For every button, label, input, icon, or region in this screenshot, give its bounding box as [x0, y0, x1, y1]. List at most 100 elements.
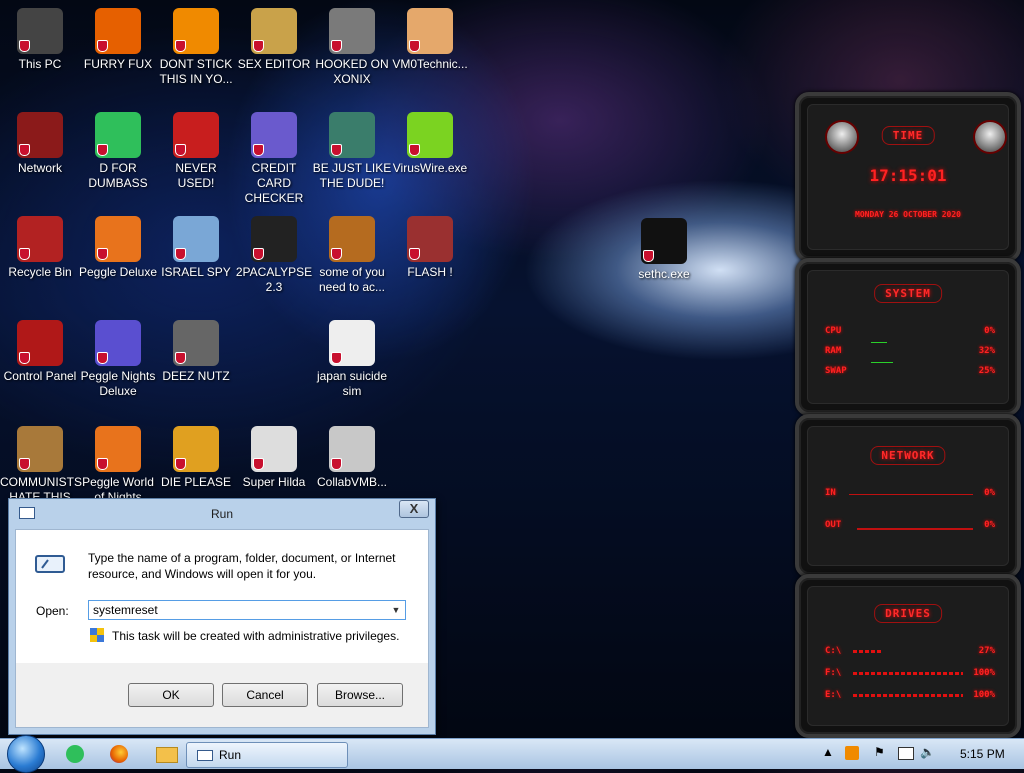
- desktop-icon[interactable]: FURRY FUX: [78, 8, 158, 72]
- admin-shield-badge-icon: [331, 144, 342, 156]
- net-in-graph: [849, 494, 973, 495]
- desktop-icon-label: FURRY FUX: [83, 57, 153, 71]
- desktop-icon[interactable]: DIE PLEASE: [156, 426, 236, 490]
- time-title: TIME: [881, 126, 935, 145]
- desktop-icon[interactable]: BE JUST LIKE THE DUDE!: [312, 112, 392, 191]
- run-taskbar-button[interactable]: Run: [186, 742, 348, 768]
- desktop-icon[interactable]: Recycle Bin: [0, 216, 80, 280]
- network-widget: NETWORK IN 0% OUT 0%: [795, 414, 1021, 578]
- desktop-icon[interactable]: HOOKED ON XONIX: [312, 8, 392, 87]
- date-display: MONDAY 26 OCTOBER 2020: [855, 210, 961, 219]
- desktop-icon-label: Network: [17, 161, 62, 175]
- desktop-icon-label: some of you need to ac...: [318, 265, 386, 294]
- net-in-value: 0%: [984, 488, 995, 498]
- desktop-icon[interactable]: This PC: [0, 8, 80, 72]
- console-icon: [641, 218, 687, 264]
- stacked-windows-icon: [173, 320, 219, 366]
- desktop-icon-label: DONT STICK THIS IN YO...: [159, 57, 233, 86]
- credit-card-icon: [251, 112, 297, 158]
- browse-button[interactable]: Browse...: [317, 683, 403, 707]
- desktop-icon-label: CollabVMB...: [316, 475, 388, 489]
- swap-value: 25%: [978, 366, 995, 376]
- desktop-icon-label: 2PACALYPSE 2.3: [235, 265, 313, 294]
- ram-row: RAM 32%: [825, 346, 995, 356]
- run-titlebar[interactable]: Run X: [9, 499, 435, 525]
- desktop-icon[interactable]: ISRAEL SPY: [156, 216, 236, 280]
- desktop-icon[interactable]: CollabVMB...: [312, 426, 392, 490]
- show-hidden-icons-icon[interactable]: ▲: [822, 745, 834, 759]
- action-center-flag-icon[interactable]: ⚑: [874, 745, 885, 759]
- open-combobox[interactable]: systemreset ▼: [88, 600, 406, 620]
- time-widget: TIME 17:15:01 MONDAY 26 OCTOBER 2020: [795, 92, 1021, 262]
- close-button[interactable]: X: [399, 500, 429, 518]
- firefox-taskbar-icon[interactable]: [110, 745, 128, 763]
- desktop-icon[interactable]: CREDIT CARD CHECKER: [234, 112, 314, 206]
- swap-row: SWAP 25%: [825, 366, 995, 376]
- desktop-icon[interactable]: NEVER USED!: [156, 112, 236, 191]
- alien-head-icon: [825, 120, 859, 154]
- desktop-icon[interactable]: Super Hilda: [234, 426, 314, 490]
- control-panel-icon: [17, 320, 63, 366]
- desktop-icon-label: Peggle Nights Deluxe: [80, 369, 156, 398]
- desktop-icon[interactable]: DEEZ NUTZ: [156, 320, 236, 384]
- volume-icon[interactable]: 🔈: [920, 745, 935, 759]
- desktop-icon-label: japan suicide sim: [316, 369, 388, 398]
- admin-shield-icon: [90, 628, 104, 642]
- cpu-row: CPU 0%: [825, 326, 995, 336]
- start-button[interactable]: [7, 735, 45, 773]
- hxd-hex-editor-icon: [251, 8, 297, 54]
- desktop-icon[interactable]: some of you need to ac...: [312, 216, 392, 295]
- messaging-app-icon: [95, 112, 141, 158]
- admin-shield-badge-icon: [19, 458, 30, 470]
- desktop-icon-label: NEVER USED!: [175, 161, 217, 190]
- run-window-icon: [197, 750, 213, 762]
- drive-c-value: 27%: [978, 646, 995, 656]
- cpu-label: CPU: [825, 326, 842, 336]
- desktop-icon[interactable]: Control Panel: [0, 320, 80, 384]
- run-dialog: Run X Type the name of a program, folder…: [8, 498, 436, 735]
- ok-button[interactable]: OK: [128, 683, 214, 707]
- peggle-nights-icon: [95, 320, 141, 366]
- desktop-icon-label: DEEZ NUTZ: [162, 369, 230, 383]
- money-bag-icon: [17, 426, 63, 472]
- admin-shield-badge-icon: [253, 458, 264, 470]
- run-title: Run: [210, 507, 233, 521]
- network-tray-icon[interactable]: [898, 747, 914, 760]
- open-input-value[interactable]: systemreset: [93, 603, 158, 617]
- desktop-icon[interactable]: D FOR DUMBASS: [78, 112, 158, 191]
- messaging-app-taskbar-icon[interactable]: [66, 745, 84, 763]
- desktop-icon[interactable]: FLASH !: [390, 216, 470, 280]
- desktop-icon[interactable]: japan suicide sim: [312, 320, 392, 399]
- desktop-icon-label: DIE PLEASE: [160, 475, 232, 489]
- drive-f-bar: [853, 672, 963, 675]
- chevron-down-icon[interactable]: ▼: [389, 602, 403, 618]
- admin-shield-badge-icon: [175, 352, 186, 364]
- taskbar-clock[interactable]: 5:15 PM: [960, 747, 1005, 761]
- desktop-icon-label: Recycle Bin: [8, 265, 72, 279]
- cartoon-dog-icon: [329, 216, 375, 262]
- desktop-icon[interactable]: SEX EDITOR: [234, 8, 314, 72]
- desktop-icon[interactable]: Peggle World of Nights: [78, 426, 158, 505]
- desktop-icon[interactable]: DONT STICK THIS IN YO...: [156, 8, 236, 87]
- admin-shield-badge-icon: [19, 248, 30, 260]
- desktop-icon[interactable]: Network: [0, 112, 80, 176]
- drive-f-label: F:\: [825, 668, 842, 678]
- desktop-icon[interactable]: VM0Technic...: [390, 8, 470, 72]
- technician-avatar-icon: [407, 8, 453, 54]
- drive-c-label: C:\: [825, 646, 842, 656]
- cancel-button[interactable]: Cancel: [222, 683, 308, 707]
- net-out-label: OUT: [825, 520, 842, 530]
- desktop-icon[interactable]: Peggle Deluxe: [78, 216, 158, 280]
- desktop-icon-label: VirusWire.exe: [392, 161, 468, 175]
- desktop-icon[interactable]: 2PACALYPSE 2.3: [234, 216, 314, 295]
- network-icon: [17, 112, 63, 158]
- desktop-icon[interactable]: Peggle Nights Deluxe: [78, 320, 158, 399]
- alien-head-icon: [973, 120, 1007, 154]
- cpu-value: 0%: [984, 326, 995, 336]
- desktop-icon[interactable]: VirusWire.exe: [390, 112, 470, 176]
- tray-app-icon[interactable]: [845, 746, 859, 760]
- desktop-icon[interactable]: sethc.exe: [624, 218, 704, 282]
- vlc-cone-icon: [173, 8, 219, 54]
- folder-taskbar-icon[interactable]: [156, 747, 178, 763]
- system-widget: SYSTEM CPU 0% RAM 32% SWAP 25%: [795, 258, 1021, 416]
